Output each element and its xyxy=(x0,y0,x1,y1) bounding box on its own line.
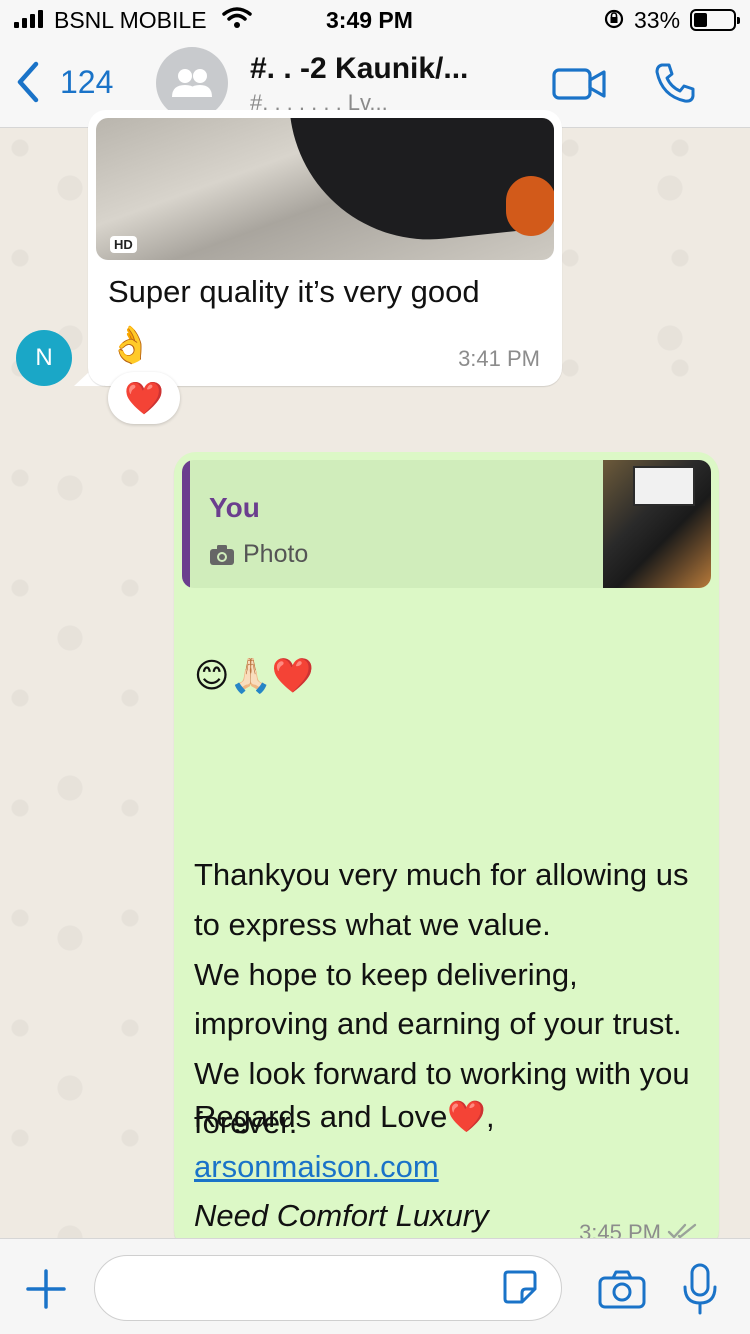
carrier-name: BSNL MOBILE xyxy=(54,7,207,33)
signoff: Regards and Love❤️, xyxy=(194,1099,495,1134)
message-text: Super quality it’s very good xyxy=(108,274,480,309)
phone-icon[interactable] xyxy=(654,62,696,104)
battery-icon xyxy=(690,9,740,31)
status-time: 3:49 PM xyxy=(326,7,413,33)
quote-type-label: Photo xyxy=(243,540,309,568)
outgoing-message[interactable]: You Photo 😊🙏🏻❤️ Thankyou very much for a… xyxy=(174,452,719,1252)
plus-icon[interactable] xyxy=(26,1269,66,1309)
website-link[interactable]: arsonmaison.com xyxy=(194,1142,719,1192)
quote-type: Photo xyxy=(209,540,308,569)
chat-title-text: #. . -2 Kaunik/... xyxy=(250,52,469,85)
battery-level xyxy=(694,13,707,27)
incoming-message[interactable]: HD Super quality it’s very good 👌 3:41 P… xyxy=(88,110,562,386)
camera-icon xyxy=(210,544,234,565)
chat-title[interactable]: #. . -2 Kaunik/... xyxy=(250,52,530,86)
incoming-photo[interactable]: HD xyxy=(96,118,554,260)
status-bar: BSNL MOBILE 3:49 PM 33% xyxy=(0,0,750,40)
camera-icon[interactable] xyxy=(598,1269,646,1309)
message-emojis: 😊🙏🏻❤️ xyxy=(194,656,315,695)
quote-author: You xyxy=(209,492,260,523)
video-call-icon[interactable] xyxy=(552,66,606,102)
chevron-left-icon xyxy=(17,61,39,103)
ok-hand-emoji: 👌 xyxy=(108,324,153,365)
microphone-icon[interactable] xyxy=(682,1263,718,1315)
sender-avatar[interactable]: N xyxy=(16,330,72,386)
wifi-icon xyxy=(222,7,252,28)
rotation-lock-icon xyxy=(604,9,624,29)
message-input-bar xyxy=(0,1238,750,1334)
quote-bar xyxy=(182,460,190,588)
back-button[interactable]: 124 xyxy=(14,60,113,104)
unread-count: 124 xyxy=(60,63,114,100)
shoe-sole xyxy=(506,176,554,236)
quoted-message[interactable]: You Photo xyxy=(182,460,711,588)
battery-percent: 33% xyxy=(634,7,681,33)
signal-strength-icon xyxy=(14,10,43,28)
thumbnail-box xyxy=(633,466,695,506)
message-signoff-block: Regards and Love❤️, arsonmaison.com Need… xyxy=(174,1092,719,1241)
message-time: 3:41 PM xyxy=(458,346,540,371)
group-avatar-icon xyxy=(172,69,212,97)
group-avatar[interactable] xyxy=(156,47,228,119)
hd-badge: HD xyxy=(110,236,137,253)
message-input[interactable] xyxy=(94,1255,562,1321)
heart-reaction[interactable]: ❤️ xyxy=(108,372,180,424)
quote-thumbnail xyxy=(603,460,711,588)
sticker-icon[interactable] xyxy=(502,1269,538,1305)
